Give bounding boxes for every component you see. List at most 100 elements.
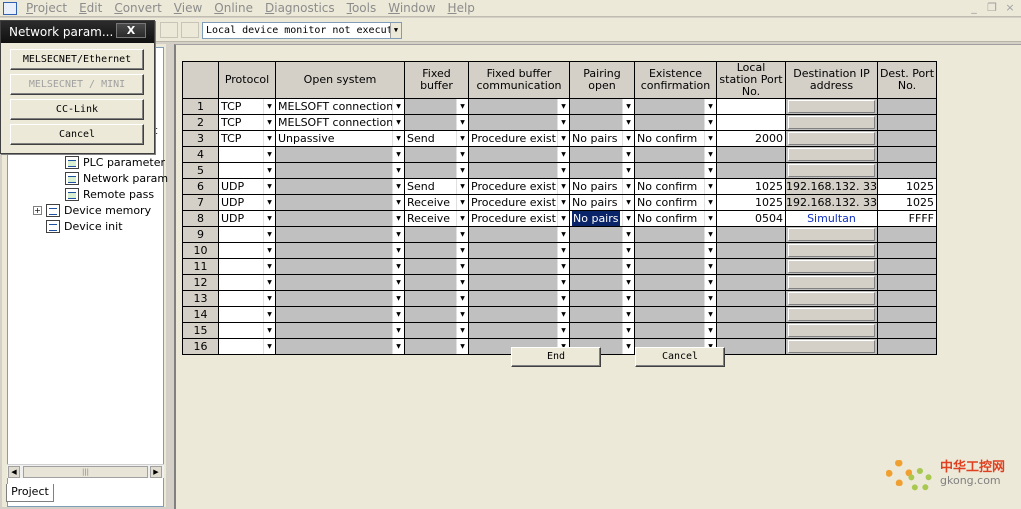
open-cell[interactable]: ▼	[275, 162, 405, 179]
comm-cell[interactable]: ▼	[468, 114, 570, 131]
comm-dropdown[interactable]: ▼	[470, 99, 569, 114]
chevron-down-icon[interactable]: ▼	[263, 259, 275, 274]
comm-dropdown[interactable]: ▼	[470, 115, 569, 130]
pair-cell[interactable]: No pairs ▼	[569, 178, 635, 195]
ip-address-button[interactable]	[788, 164, 875, 177]
pair-dropdown[interactable]: No pairs ▼	[571, 131, 634, 146]
comm-dropdown[interactable]: Procedure exist ▼	[470, 131, 569, 146]
protocol-dropdown[interactable]: UDP ▼	[220, 195, 275, 210]
local-port-cell[interactable]	[716, 274, 786, 291]
comm-cell[interactable]: ▼	[468, 242, 570, 259]
chevron-down-icon[interactable]: ▼	[704, 323, 716, 338]
open-cell[interactable]: ▼	[275, 258, 405, 275]
exist-cell[interactable]: No confirm ▼	[634, 130, 717, 147]
chevron-down-icon[interactable]: ▼	[622, 115, 634, 130]
protocol-cell[interactable]: TCP ▼	[218, 98, 276, 115]
chevron-down-icon[interactable]: ▼	[392, 259, 404, 274]
destination-ip-cell[interactable]	[785, 98, 878, 115]
ip-address-button[interactable]	[788, 132, 875, 145]
chevron-down-icon[interactable]: ▼	[622, 211, 634, 226]
chevron-down-icon[interactable]: ▼	[263, 291, 275, 306]
menu-item-convert[interactable]: Convert	[114, 1, 161, 16]
open-cell[interactable]: ▼	[275, 242, 405, 259]
scroll-right-icon[interactable]: ▶	[150, 466, 162, 478]
exist-dropdown[interactable]: ▼	[636, 307, 716, 322]
chevron-down-icon[interactable]: ▼	[704, 131, 716, 146]
open-dropdown[interactable]: ▼	[277, 163, 404, 178]
fixed-cell[interactable]: ▼	[404, 258, 469, 275]
chevron-down-icon[interactable]: ▼	[392, 323, 404, 338]
exist-cell[interactable]: ▼	[634, 242, 717, 259]
dest-port-cell[interactable]	[876, 338, 937, 355]
chevron-down-icon[interactable]: ▼	[622, 339, 634, 354]
comm-dropdown[interactable]: ▼	[470, 323, 569, 338]
chevron-down-icon[interactable]: ▼	[263, 195, 275, 210]
protocol-dropdown[interactable]: ▼	[220, 307, 275, 322]
chevron-down-icon[interactable]: ▼	[622, 147, 634, 162]
cancel-button[interactable]: Cancel	[635, 347, 725, 367]
comm-dropdown[interactable]: ▼	[470, 147, 569, 162]
toolbar-slot[interactable]	[160, 22, 178, 38]
chevron-down-icon[interactable]: ▼	[704, 227, 716, 242]
comm-cell[interactable]: ▼	[468, 274, 570, 291]
local-port-cell[interactable]	[716, 322, 786, 339]
chevron-down-icon[interactable]: ▼	[704, 163, 716, 178]
exist-dropdown[interactable]: No confirm ▼	[636, 195, 716, 210]
pair-cell[interactable]: No pairs ▼	[569, 130, 635, 147]
fixed-cell[interactable]: ▼	[404, 242, 469, 259]
comm-cell[interactable]: Procedure exist ▼	[468, 194, 570, 211]
exist-dropdown[interactable]: No confirm ▼	[636, 131, 716, 146]
open-cell[interactable]: ▼	[275, 274, 405, 291]
chevron-down-icon[interactable]: ▼	[557, 179, 569, 194]
chevron-down-icon[interactable]: ▼	[263, 147, 275, 162]
open-cell[interactable]: ▼	[275, 194, 405, 211]
chevron-down-icon[interactable]: ▼	[392, 179, 404, 194]
protocol-cell[interactable]: ▼	[218, 322, 276, 339]
local-port-cell[interactable]	[716, 226, 786, 243]
chevron-down-icon[interactable]: ▼	[456, 323, 468, 338]
fixed-dropdown[interactable]: ▼	[406, 291, 468, 306]
dest-port-cell[interactable]: 1025	[876, 194, 937, 211]
chevron-down-icon[interactable]: ▼	[622, 227, 634, 242]
exist-cell[interactable]: ▼	[634, 290, 717, 307]
open-cell[interactable]: ▼	[275, 290, 405, 307]
chevron-down-icon[interactable]: ▼	[456, 307, 468, 322]
chevron-down-icon[interactable]: ▼	[704, 115, 716, 130]
protocol-dropdown[interactable]: ▼	[220, 323, 275, 338]
open-dropdown[interactable]: ▼	[277, 291, 404, 306]
exist-cell[interactable]: ▼	[634, 114, 717, 131]
fixed-cell[interactable]: ▼	[404, 114, 469, 131]
exist-dropdown[interactable]: ▼	[636, 323, 716, 338]
chevron-down-icon[interactable]: ▼	[390, 23, 401, 38]
protocol-dropdown[interactable]: UDP ▼	[220, 211, 275, 226]
dest-port-cell[interactable]	[876, 322, 937, 339]
exist-dropdown[interactable]: No confirm ▼	[636, 179, 716, 194]
fixed-dropdown[interactable]: Receive ▼	[406, 211, 468, 226]
open-dropdown[interactable]: ▼	[277, 195, 404, 210]
pair-cell[interactable]: ▼	[569, 98, 635, 115]
exist-dropdown[interactable]: No confirm ▼	[636, 211, 716, 226]
dest-port-cell[interactable]: FFFF	[876, 210, 937, 227]
pair-cell[interactable]: ▼	[569, 258, 635, 275]
chevron-down-icon[interactable]: ▼	[557, 259, 569, 274]
chevron-down-icon[interactable]: ▼	[392, 147, 404, 162]
exist-cell[interactable]: ▼	[634, 306, 717, 323]
protocol-dropdown[interactable]: TCP ▼	[220, 115, 275, 130]
open-dropdown[interactable]: ▼	[277, 211, 404, 226]
chevron-down-icon[interactable]: ▼	[704, 291, 716, 306]
chevron-down-icon[interactable]: ▼	[557, 243, 569, 258]
pair-dropdown[interactable]: ▼	[571, 243, 634, 258]
protocol-cell[interactable]: TCP ▼	[218, 130, 276, 147]
chevron-down-icon[interactable]: ▼	[263, 243, 275, 258]
exist-cell[interactable]: No confirm ▼	[634, 178, 717, 195]
pair-cell[interactable]: ▼	[569, 146, 635, 163]
destination-ip-cell[interactable]: Simultan	[785, 210, 878, 227]
pair-cell[interactable]: ▼	[569, 290, 635, 307]
tree-item-plc-parameter[interactable]: PLC parameter	[65, 154, 165, 170]
comm-dropdown[interactable]: ▼	[470, 163, 569, 178]
open-dropdown[interactable]: ▼	[277, 307, 404, 322]
comm-dropdown[interactable]: ▼	[470, 243, 569, 258]
open-dropdown[interactable]: ▼	[277, 243, 404, 258]
protocol-dropdown[interactable]: ▼	[220, 243, 275, 258]
dialog-button-cancel[interactable]: Cancel	[10, 124, 144, 145]
